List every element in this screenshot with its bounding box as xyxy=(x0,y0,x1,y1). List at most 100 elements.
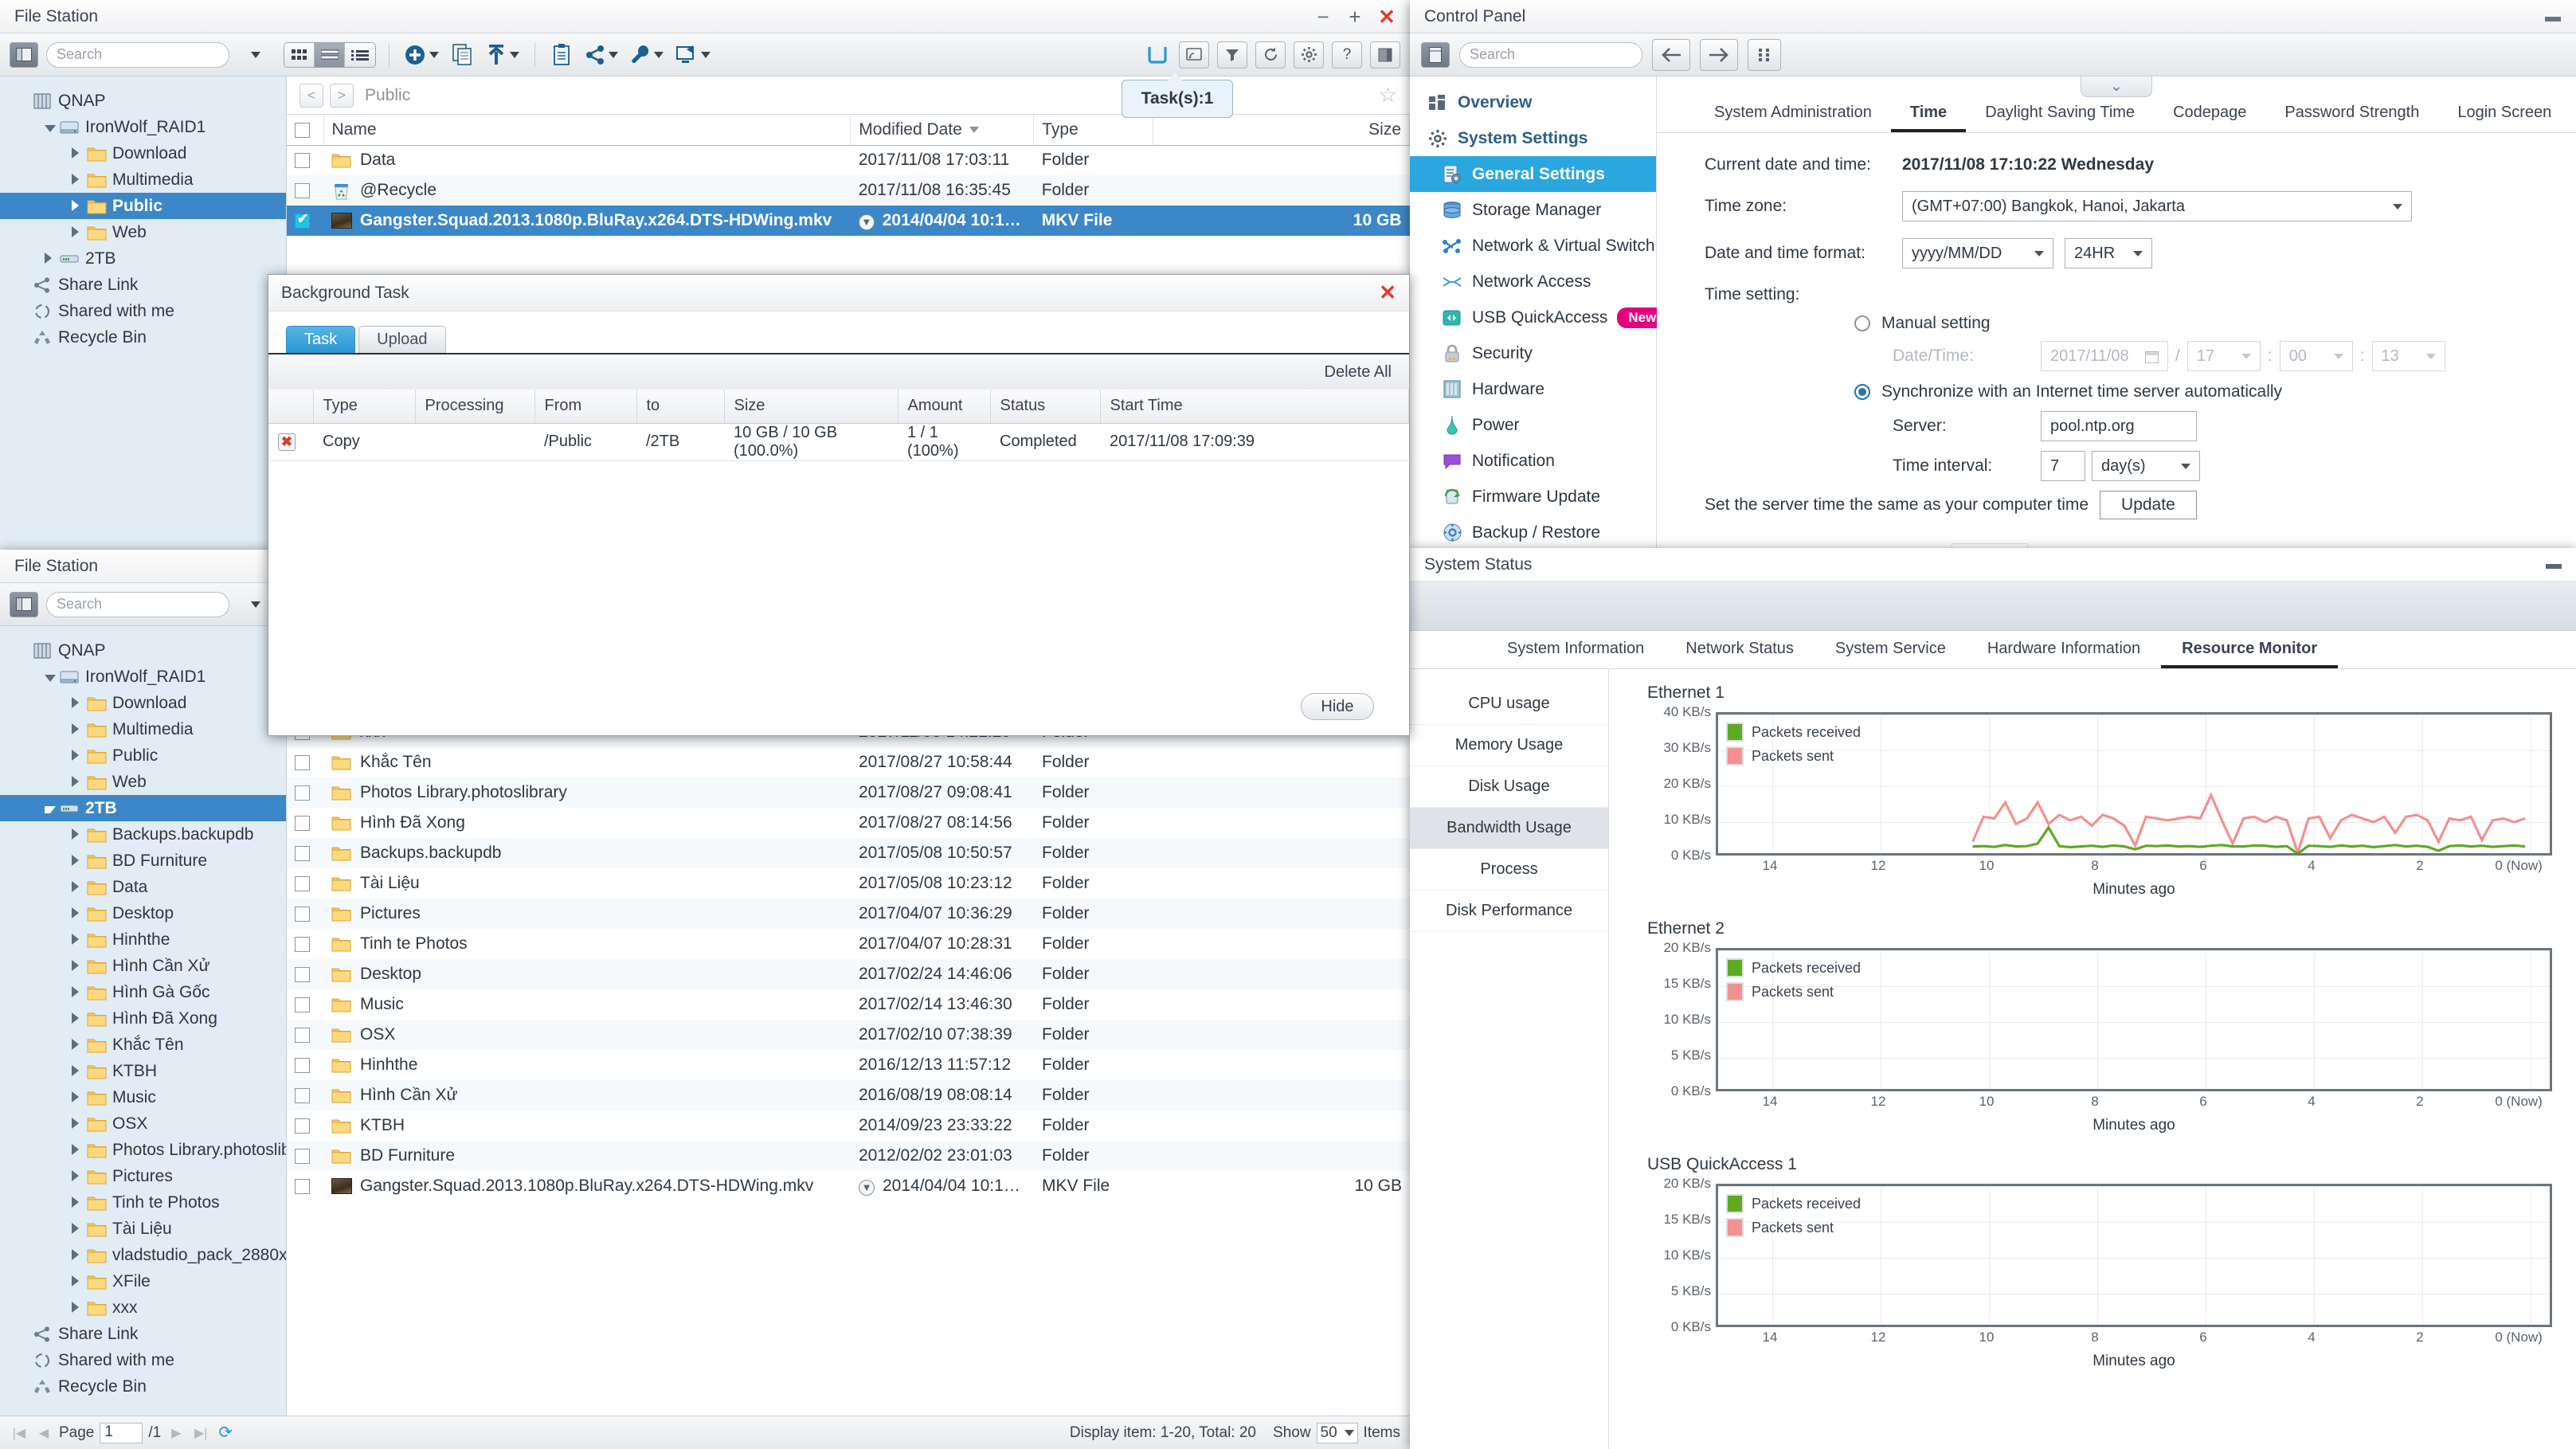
twisty-open-icon[interactable] xyxy=(45,668,59,687)
tree-item-recycle-bin[interactable]: Recycle Bin xyxy=(0,324,286,351)
twisty-closed-icon[interactable] xyxy=(72,957,86,976)
ss-nav-process[interactable]: Process xyxy=(1410,849,1608,891)
twisty-closed-icon[interactable] xyxy=(72,1193,86,1212)
window-controls[interactable]: − + ✕ xyxy=(1313,6,1410,27)
file-name-cell[interactable]: Tài Liệu xyxy=(323,868,851,899)
twisty-closed-icon[interactable] xyxy=(72,694,86,713)
search-options-caret-icon-bottom[interactable] xyxy=(251,601,260,608)
twisty-closed-icon[interactable] xyxy=(72,223,86,242)
view-list-icon[interactable] xyxy=(315,42,345,67)
system-status-tabs[interactable]: System Information Network Status System S… xyxy=(1410,631,2576,669)
tree-item-qnap[interactable]: QNAP xyxy=(0,88,286,114)
table-row[interactable]: Hinhthe 2016/12/13 11:57:12 Folder xyxy=(287,1050,1410,1080)
manual-second-select[interactable]: 13 xyxy=(2371,341,2445,371)
update-button[interactable]: Update xyxy=(2100,491,2197,519)
search-box-bottom[interactable] xyxy=(46,591,260,617)
cp-tab-login-screen[interactable]: Login Screen xyxy=(2438,104,2570,132)
control-panel-search-box[interactable] xyxy=(1459,41,1654,68)
column-header-type[interactable]: Type xyxy=(1033,115,1154,146)
file-name-cell[interactable]: Pictures xyxy=(323,899,851,929)
twisty-closed-icon[interactable] xyxy=(72,773,86,792)
tree-item-h-nh-g-g-c[interactable]: Hình Gà Gốc xyxy=(0,979,286,1005)
show-caret-icon[interactable] xyxy=(1344,1429,1354,1436)
twisty-closed-icon[interactable] xyxy=(72,197,86,216)
cp-nav-storage-manager[interactable]: Storage Manager xyxy=(1410,192,1656,228)
cp-nav-system-settings[interactable]: System Settings xyxy=(1410,120,1656,156)
table-row[interactable]: Hình Đã Xong 2017/08/27 08:14:56 Folder xyxy=(287,808,1410,838)
tree-item-desktop[interactable]: Desktop xyxy=(0,900,286,926)
cp-nav-security[interactable]: Security xyxy=(1410,335,1656,371)
manual-minute-select[interactable]: 00 xyxy=(2279,341,2353,371)
control-panel-nav[interactable]: Overview System Settings General Settings S… xyxy=(1410,76,1668,558)
row-checkbox[interactable] xyxy=(295,1118,310,1134)
table-row[interactable]: Gangster.Squad.2013.1080p.BluRay.x264.DT… xyxy=(287,206,1410,236)
tree-item-web[interactable]: Web xyxy=(0,769,286,795)
tools-caret-icon[interactable] xyxy=(654,51,664,58)
row-checkbox-cell[interactable] xyxy=(287,808,323,838)
row-checkbox[interactable] xyxy=(295,997,310,1012)
cp-tab-daylight-saving-time[interactable]: Daylight Saving Time xyxy=(1966,104,2154,132)
system-status-minimize-icon[interactable]: ▬ xyxy=(2546,555,2562,574)
row-checkbox[interactable] xyxy=(295,1027,310,1043)
system-status-window[interactable]: System Status ▬ System Information Networ… xyxy=(1410,548,2576,1449)
download-icon[interactable]: ▼ xyxy=(858,213,875,230)
ss-tab-system-information[interactable]: System Information xyxy=(1486,631,1665,668)
file-name-cell[interactable]: Hình Đã Xong xyxy=(323,808,851,838)
ntp-server-input[interactable]: pool.ntp.org xyxy=(2041,411,2197,441)
cp-tab-codepage[interactable]: Codepage xyxy=(2154,104,2265,132)
row-checkbox-cell[interactable] xyxy=(287,1080,323,1110)
file-station-titlebar[interactable]: File Station − + ✕ xyxy=(0,0,1410,33)
file-name-cell[interactable]: Gangster.Squad.2013.1080p.BluRay.x264.DT… xyxy=(323,1171,851,1201)
file-name-cell[interactable]: Music xyxy=(323,989,851,1020)
file-name-cell[interactable]: Hinhthe xyxy=(323,1050,851,1080)
bt-column-status[interactable]: Status xyxy=(990,390,1101,424)
background-task-tabs[interactable]: Task Upload xyxy=(268,311,1409,353)
ss-nav-disk-performance[interactable]: Disk Performance xyxy=(1410,891,1608,932)
view-mode-segment[interactable] xyxy=(284,41,376,68)
table-row[interactable]: BD Furniture 2012/02/02 23:01:03 Folder xyxy=(287,1141,1410,1171)
time-interval-input[interactable]: 7 xyxy=(2041,451,2085,481)
cp-nav-firmware-update[interactable]: Firmware Update xyxy=(1410,479,1656,515)
twisty-closed-icon[interactable] xyxy=(72,170,86,190)
background-task-close-icon[interactable]: ✕ xyxy=(1379,280,1396,305)
tree-item-ironwolf-raid1[interactable]: IronWolf_RAID1 xyxy=(0,114,286,140)
row-checkbox-cell[interactable] xyxy=(287,868,323,899)
copy-button[interactable] xyxy=(449,41,476,69)
control-panel-titlebar[interactable]: Control Panel ▬ xyxy=(1410,0,2576,33)
row-checkbox[interactable] xyxy=(295,785,310,801)
row-checkbox-cell[interactable] xyxy=(287,206,323,236)
cp-tab-system-administration[interactable]: System Administration xyxy=(1695,104,1891,132)
table-row[interactable]: OSX 2017/02/10 07:38:39 Folder xyxy=(287,1020,1410,1050)
cp-nav-power[interactable]: Power xyxy=(1410,407,1656,443)
first-page-button[interactable]: |◀ xyxy=(10,1423,29,1443)
search-options-caret-icon[interactable] xyxy=(251,51,260,58)
tree-item-web[interactable]: Web xyxy=(0,219,286,245)
row-checkbox[interactable] xyxy=(295,966,310,982)
breadcrumb-bar-top[interactable]: < > Public ☆ xyxy=(287,76,1410,115)
tree-item-download[interactable]: Download xyxy=(0,690,286,716)
file-name-cell[interactable]: Khắc Tên xyxy=(323,747,851,777)
tree-item-h-nh-c-n-x[interactable]: Hình Cần Xử xyxy=(0,953,286,979)
file-name-cell[interactable]: @Recycle xyxy=(323,175,851,206)
bt-column-to[interactable]: to xyxy=(636,390,725,424)
twisty-closed-icon[interactable] xyxy=(45,249,59,268)
tree-item-xfile[interactable]: XFile xyxy=(0,1268,286,1294)
cp-forward-button[interactable] xyxy=(1700,38,1738,71)
manual-date-input[interactable]: 2017/11/08 xyxy=(2041,341,2168,371)
tree-item-vladstudio-pack-2880x1800[interactable]: vladstudio_pack_2880x1800 xyxy=(0,1242,286,1268)
filter-button[interactable] xyxy=(1217,41,1247,69)
twisty-closed-icon[interactable] xyxy=(72,720,86,739)
sync-setting-radio[interactable] xyxy=(1854,384,1870,400)
tree-item-xxx[interactable]: xxx xyxy=(0,1294,286,1321)
upload-caret-icon[interactable] xyxy=(510,51,519,58)
refresh-page-icon[interactable]: ⟳ xyxy=(216,1423,235,1443)
nav-forward-button[interactable]: > xyxy=(330,83,354,108)
tree-item-download[interactable]: Download xyxy=(0,140,286,166)
background-task-row[interactable]: ✖ Copy/Public/2TB 10 GB / 10 GB (100.0%) 1 … xyxy=(268,423,1409,461)
twisty-closed-icon[interactable] xyxy=(72,904,86,923)
file-name-cell[interactable]: Backups.backupdb xyxy=(323,838,851,868)
row-checkbox[interactable] xyxy=(295,211,310,229)
tree-item-hinhthe[interactable]: Hinhthe xyxy=(0,926,286,953)
ss-nav-cpu-usage[interactable]: CPU usage xyxy=(1410,683,1608,725)
cp-tab-password-strength[interactable]: Password Strength xyxy=(2265,104,2438,132)
